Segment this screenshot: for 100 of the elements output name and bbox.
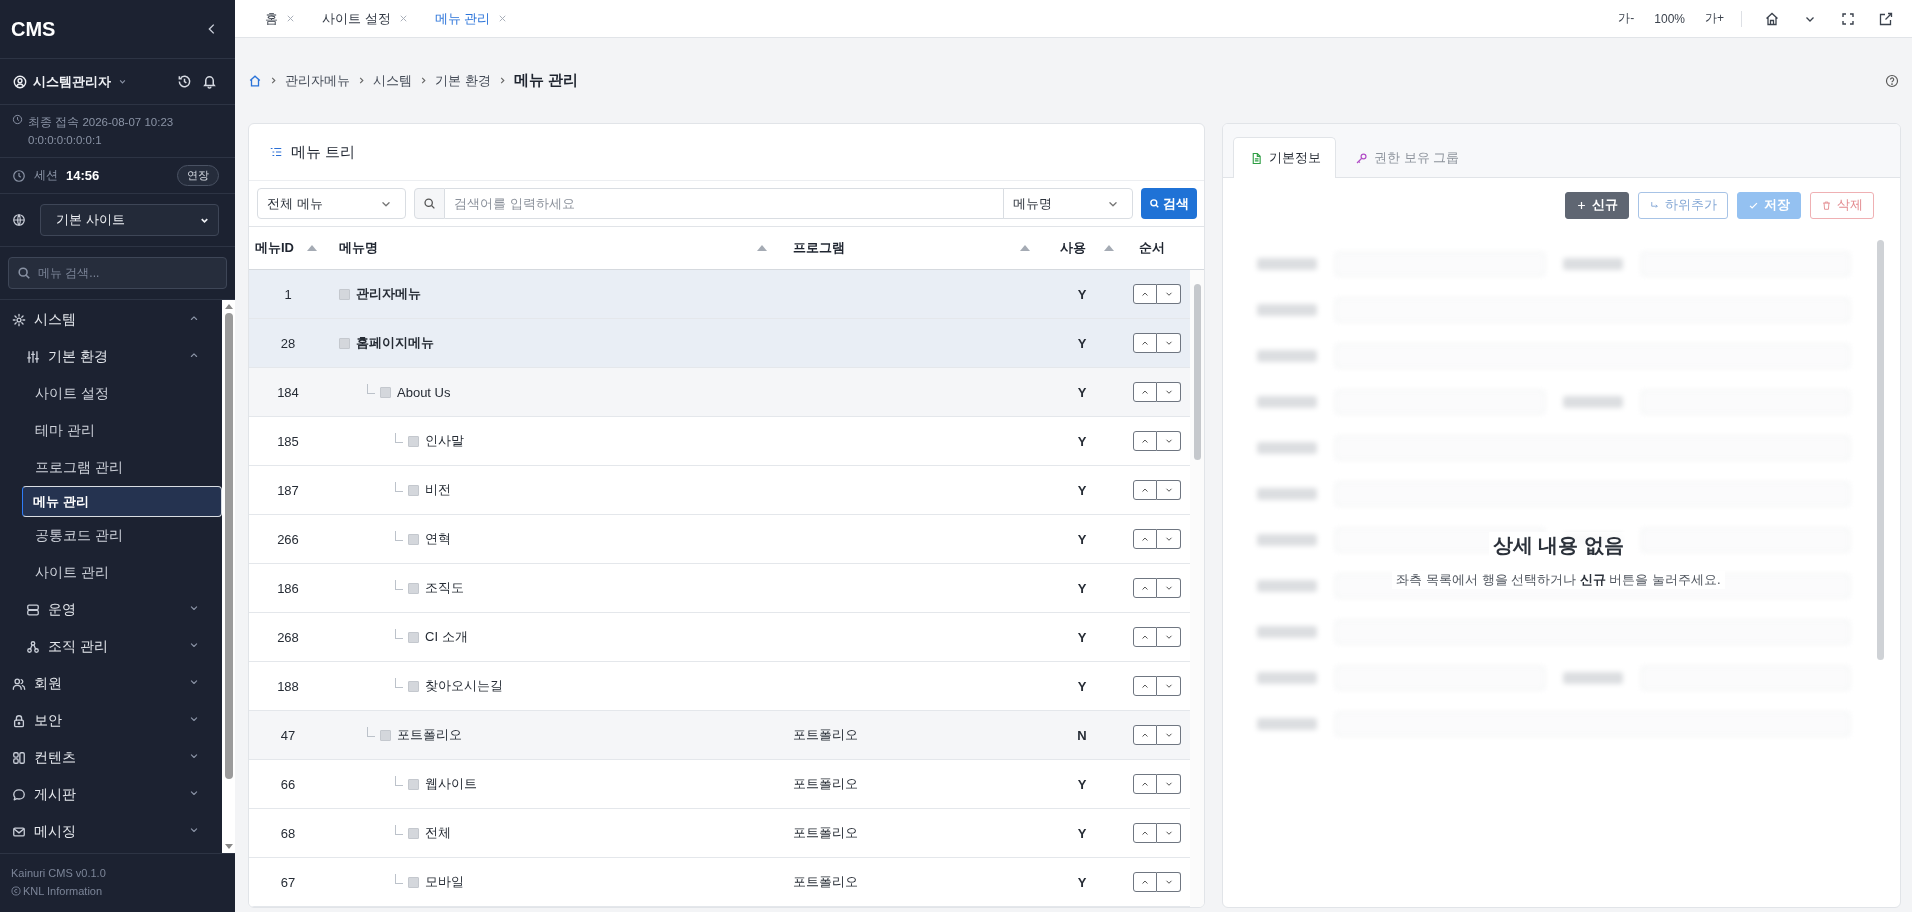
page-tab[interactable]: 메뉴 관리 <box>434 9 509 28</box>
external-link-icon[interactable] <box>1878 10 1894 27</box>
move-up-button[interactable] <box>1133 480 1157 500</box>
move-up-button[interactable] <box>1133 284 1157 304</box>
column-header[interactable]: 사용 <box>1060 239 1086 257</box>
move-up-button[interactable] <box>1133 676 1157 696</box>
move-down-button[interactable] <box>1157 578 1181 598</box>
move-down-button[interactable] <box>1157 774 1181 794</box>
tree-connector-icon <box>395 776 403 786</box>
column-header[interactable]: 프로그램 <box>793 239 845 257</box>
detail-tab[interactable]: 기본정보 <box>1233 137 1336 178</box>
sidebar-menu-item[interactable]: 시스템 <box>0 301 222 338</box>
user-menu[interactable]: 시스템관리자 <box>13 72 128 91</box>
move-down-button[interactable] <box>1157 333 1181 353</box>
user-avatar-icon <box>13 74 27 89</box>
page-tab[interactable]: 사이트 설정 <box>322 9 409 28</box>
move-up-button[interactable] <box>1133 578 1157 598</box>
extend-button[interactable]: 연장 <box>177 165 219 186</box>
sidebar-menu-item[interactable]: 사이트 관리 <box>22 554 222 591</box>
scope-select[interactable]: 전체 메뉴 <box>257 188 406 219</box>
move-down-button[interactable] <box>1157 627 1181 647</box>
sidebar-menu-item[interactable]: 운영 <box>0 591 222 628</box>
move-up-button[interactable] <box>1133 382 1157 402</box>
table-cell-text: Y <box>1076 286 1088 302</box>
chevron-right-icon <box>270 76 277 85</box>
move-down-button[interactable] <box>1157 823 1181 843</box>
help-icon[interactable] <box>1885 73 1899 88</box>
sidebar-menu-item[interactable]: 보안 <box>0 702 222 739</box>
sort-icon[interactable] <box>307 245 317 251</box>
table-cell-text: Y <box>1076 482 1088 498</box>
scrollbar[interactable] <box>1190 270 1204 907</box>
home-icon[interactable] <box>1764 10 1780 27</box>
move-down-button[interactable] <box>1157 529 1181 549</box>
move-up-button[interactable] <box>1133 823 1157 843</box>
move-up-button[interactable] <box>1133 872 1157 892</box>
sidebar-menu-item[interactable]: 조직 관리 <box>0 628 222 665</box>
chevron-right-icon <box>358 76 365 85</box>
menu-search-field[interactable]: 메뉴 검색... <box>8 257 227 289</box>
history-icon[interactable] <box>177 74 192 89</box>
table-cell-text: 188 <box>276 678 300 694</box>
move-down-button[interactable] <box>1157 872 1181 892</box>
bell-icon[interactable] <box>202 74 217 89</box>
move-down-button[interactable] <box>1157 676 1181 696</box>
last-login-label: 최종 접속 <box>28 116 80 128</box>
move-up-button[interactable] <box>1133 774 1157 794</box>
move-down-button[interactable] <box>1157 480 1181 500</box>
search-button[interactable]: 검색 <box>1141 188 1197 219</box>
sidebar-menu-item[interactable]: 컨텐츠 <box>0 739 222 776</box>
sidebar-menu-item[interactable]: 테마 관리 <box>22 412 222 449</box>
move-up-button[interactable] <box>1133 725 1157 745</box>
font-decrease-button[interactable]: 가- <box>1615 10 1638 27</box>
zoom-level: 100% <box>1653 11 1686 26</box>
sidebar-menu-item[interactable]: 회원 <box>0 665 222 702</box>
sidebar-menu-item[interactable]: 사이트 설정 <box>22 375 222 412</box>
move-up-button[interactable] <box>1133 627 1157 647</box>
move-up-button[interactable] <box>1133 529 1157 549</box>
table-cell: 연혁 <box>425 530 451 548</box>
tree-connector-icon <box>395 825 403 835</box>
sidebar-menu-item[interactable]: 메뉴 관리 <box>22 486 222 517</box>
move-up-button[interactable] <box>1133 431 1157 451</box>
move-down-button[interactable] <box>1157 382 1181 402</box>
sidebar-menu-item[interactable]: 메시징 <box>0 813 222 850</box>
sort-icon[interactable] <box>757 245 767 251</box>
table-cell-text: Y <box>1076 776 1088 792</box>
tree-connector-icon <box>367 727 375 737</box>
table-cell-text: 185 <box>276 433 300 449</box>
sidebar-menu-item[interactable]: 프로그램 관리 <box>22 449 222 486</box>
sidebar-menu-item[interactable]: 게시판 <box>0 776 222 813</box>
move-up-button[interactable] <box>1133 333 1157 353</box>
node-icon <box>339 337 350 349</box>
column-header[interactable]: 순서 <box>1139 239 1165 257</box>
breadcrumb-item[interactable]: 기본 환경 <box>435 71 491 90</box>
new-button[interactable]: 신규 <box>1565 191 1629 219</box>
sidebar-menu-item[interactable]: 공통코드 관리 <box>22 517 222 554</box>
sort-icon[interactable] <box>1020 245 1030 251</box>
key-icon <box>1355 151 1368 165</box>
sidebar-menu-item[interactable]: 기본 환경 <box>0 338 222 375</box>
move-down-button[interactable] <box>1157 431 1181 451</box>
search-icon <box>1149 198 1160 209</box>
site-select[interactable]: 기본 사이트 <box>40 204 219 236</box>
fullscreen-icon[interactable] <box>1840 10 1856 27</box>
column-header[interactable]: 메뉴ID <box>255 239 294 257</box>
node-icon <box>408 533 419 545</box>
breadcrumb-item[interactable]: 시스템 <box>373 71 412 90</box>
table-cell: 비전 <box>425 481 451 499</box>
scrollbar[interactable] <box>222 300 235 853</box>
table-cell-text: 1 <box>283 286 293 302</box>
copyright-icon <box>11 886 21 896</box>
move-down-button[interactable] <box>1157 725 1181 745</box>
node-icon <box>408 827 419 839</box>
sort-icon[interactable] <box>1104 245 1114 251</box>
field-select[interactable]: 메뉴명 <box>1003 188 1133 219</box>
move-down-button[interactable] <box>1157 284 1181 304</box>
search-field[interactable]: 검색어를 입력하세요 <box>445 188 1004 219</box>
breadcrumb-item[interactable]: 관리자메뉴 <box>285 71 350 90</box>
chevron-down-icon <box>1163 583 1174 593</box>
column-header[interactable]: 메뉴명 <box>339 239 378 257</box>
return-arrow-icon <box>1649 199 1660 211</box>
font-increase-button[interactable]: 가+ <box>1702 10 1727 27</box>
page-tab[interactable]: 홈 <box>265 9 296 28</box>
